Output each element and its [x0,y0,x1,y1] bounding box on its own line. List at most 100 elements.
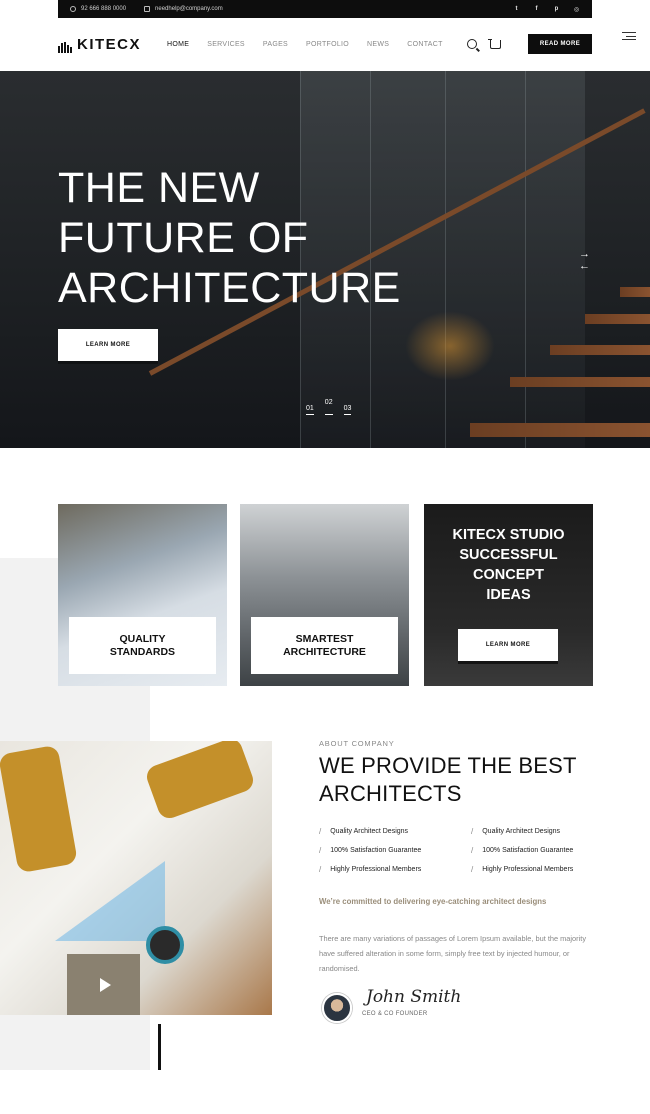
cart-icon[interactable] [488,38,501,49]
feature-item: / Quality Architect Designs [471,827,599,836]
card-label: SMARTEST ARCHITECTURE [251,617,398,674]
about-heading-line: ARCHITECTS [319,781,462,806]
hero-title-line: ARCHITECTURE [58,264,401,312]
studio-title: KITECX STUDIO SUCCESSFUL CONCEPT IDEAS [424,525,593,605]
hero-glass-panel [525,71,585,448]
studio-title-line: SUCCESSFUL [459,547,558,563]
studio-title-line: IDEAS [486,587,531,603]
feature-text: Quality Architect Designs [330,828,409,835]
feature-text: Highly Professional Members [330,866,422,873]
nav-home[interactable]: HOME [167,41,189,48]
avatar [322,993,352,1023]
menu-icon[interactable] [622,32,636,40]
feature-list: / Quality Architect Designs / Quality Arch… [319,827,599,874]
feature-text: 100% Satisfaction Guarantee [330,847,422,854]
slash-icon: / [319,827,322,836]
feature-text: Highly Professional Members [482,866,574,873]
nav-pages[interactable]: PAGES [263,41,288,48]
slash-icon: / [471,865,474,874]
email-address: needhelp@company.com [155,6,223,12]
facebook-icon[interactable]: f [533,6,540,13]
read-more-button[interactable]: READ MORE [528,34,592,54]
feature-text: Quality Architect Designs [482,828,561,835]
studio-learn-more-button[interactable]: LEARN MORE [458,629,558,661]
hero-light [405,311,495,381]
signature: John Smith [366,987,462,1007]
social-links: t f p ◎ [513,6,580,13]
phone-icon [70,6,76,12]
slash-icon: / [471,846,474,855]
top-bar: 92 666 888 0000 needhelp@company.com t f… [58,0,592,18]
twitter-icon[interactable]: t [513,6,520,13]
hero-glass-panel [445,71,525,448]
play-icon [99,977,111,992]
feature-item: / Highly Professional Members [319,865,471,874]
mail-icon [144,6,151,12]
about-section: ABOUT COMPANY WE PROVIDE THE BEST ARCHIT… [319,739,609,808]
hero-title-line: THE NEW [58,164,260,212]
feature-item: / 100% Satisfaction Guarantee [319,846,471,855]
next-arrow-icon[interactable]: → [579,248,590,260]
slide-dot[interactable]: 03 [343,405,352,415]
about-eyebrow: ABOUT COMPANY [319,739,395,748]
card-label-line: STANDARDS [109,645,176,658]
slide-dot-active[interactable]: 02 [324,399,333,415]
hero-title: THE NEW FUTURE OF ARCHITECTURE [58,163,401,313]
image-sleeve [143,741,257,822]
pinterest-icon[interactable]: p [553,6,560,13]
logo-text: KITECX [77,35,142,53]
nav-contact[interactable]: CONTACT [407,41,442,48]
founder-block: John Smith CEO & CO FOUNDER [322,987,461,1023]
about-heading-line: WE PROVIDE THE BEST [319,753,577,778]
service-card-quality[interactable]: QUALITY STANDARDS [58,504,227,686]
slide-dot[interactable]: 01 [306,405,314,415]
signature-block: John Smith CEO & CO FOUNDER [362,987,461,1017]
founder-role: CEO & CO FOUNDER [362,1011,428,1017]
phone-number: 92 666 888 0000 [81,6,127,12]
slide-pagination: 01 02 03 [306,399,352,415]
image-sleeve [0,744,78,874]
slash-icon: / [319,846,322,855]
card-label-line: ARCHITECTURE [283,645,366,658]
slider-arrows: → ← [579,248,590,272]
feature-text: 100% Satisfaction Guarantee [482,847,574,854]
service-card-architecture[interactable]: SMARTEST ARCHITECTURE [240,504,409,686]
decorative-line [158,1024,161,1070]
card-label-line: SMARTEST [295,632,354,645]
nav-services[interactable]: SERVICES [207,41,245,48]
site-header: KITECX HOME SERVICES PAGES PORTFOLIO NEW… [58,26,592,62]
search-icon[interactable] [467,39,477,49]
nav-news[interactable]: NEWS [367,41,389,48]
logo[interactable]: KITECX [58,36,141,53]
phone-contact[interactable]: 92 666 888 0000 [70,6,126,12]
header-actions: READ MORE [467,34,592,54]
service-card-studio: KITECX STUDIO SUCCESSFUL CONCEPT IDEAS L… [424,504,593,686]
card-label-line: QUALITY [119,632,166,645]
slash-icon: / [471,827,474,836]
about-heading: WE PROVIDE THE BEST ARCHITECTS [319,752,609,808]
instagram-icon[interactable]: ◎ [573,6,580,13]
about-paragraph: There are many variations of passages of… [319,934,587,973]
hero-title-line: FUTURE OF [58,214,309,262]
card-label: QUALITY STANDARDS [69,617,216,674]
prev-arrow-icon[interactable]: ← [579,260,590,272]
image-coffee-cup [146,926,184,964]
hero-step [510,377,650,387]
about-tagline: We’re committed to delivering eye-catchi… [319,897,547,906]
play-video-button[interactable] [67,954,140,1015]
studio-title-line: CONCEPT [473,567,544,583]
feature-item: / Quality Architect Designs [319,827,471,836]
image-set-square [55,861,165,941]
hero-step [550,345,650,355]
hero-step [585,314,650,324]
hero-slider: THE NEW FUTURE OF ARCHITECTURE LEARN MOR… [0,71,650,448]
hero-step [470,423,650,437]
feature-item: / Highly Professional Members [471,865,599,874]
main-nav: HOME SERVICES PAGES PORTFOLIO NEWS CONTA… [167,41,461,48]
hero-step [620,287,650,297]
studio-title-line: KITECX STUDIO [452,527,565,543]
feature-item: / 100% Satisfaction Guarantee [471,846,599,855]
email-contact[interactable]: needhelp@company.com [144,6,223,12]
nav-portfolio[interactable]: PORTFOLIO [306,41,349,48]
hero-learn-more-button[interactable]: LEARN MORE [58,329,158,361]
